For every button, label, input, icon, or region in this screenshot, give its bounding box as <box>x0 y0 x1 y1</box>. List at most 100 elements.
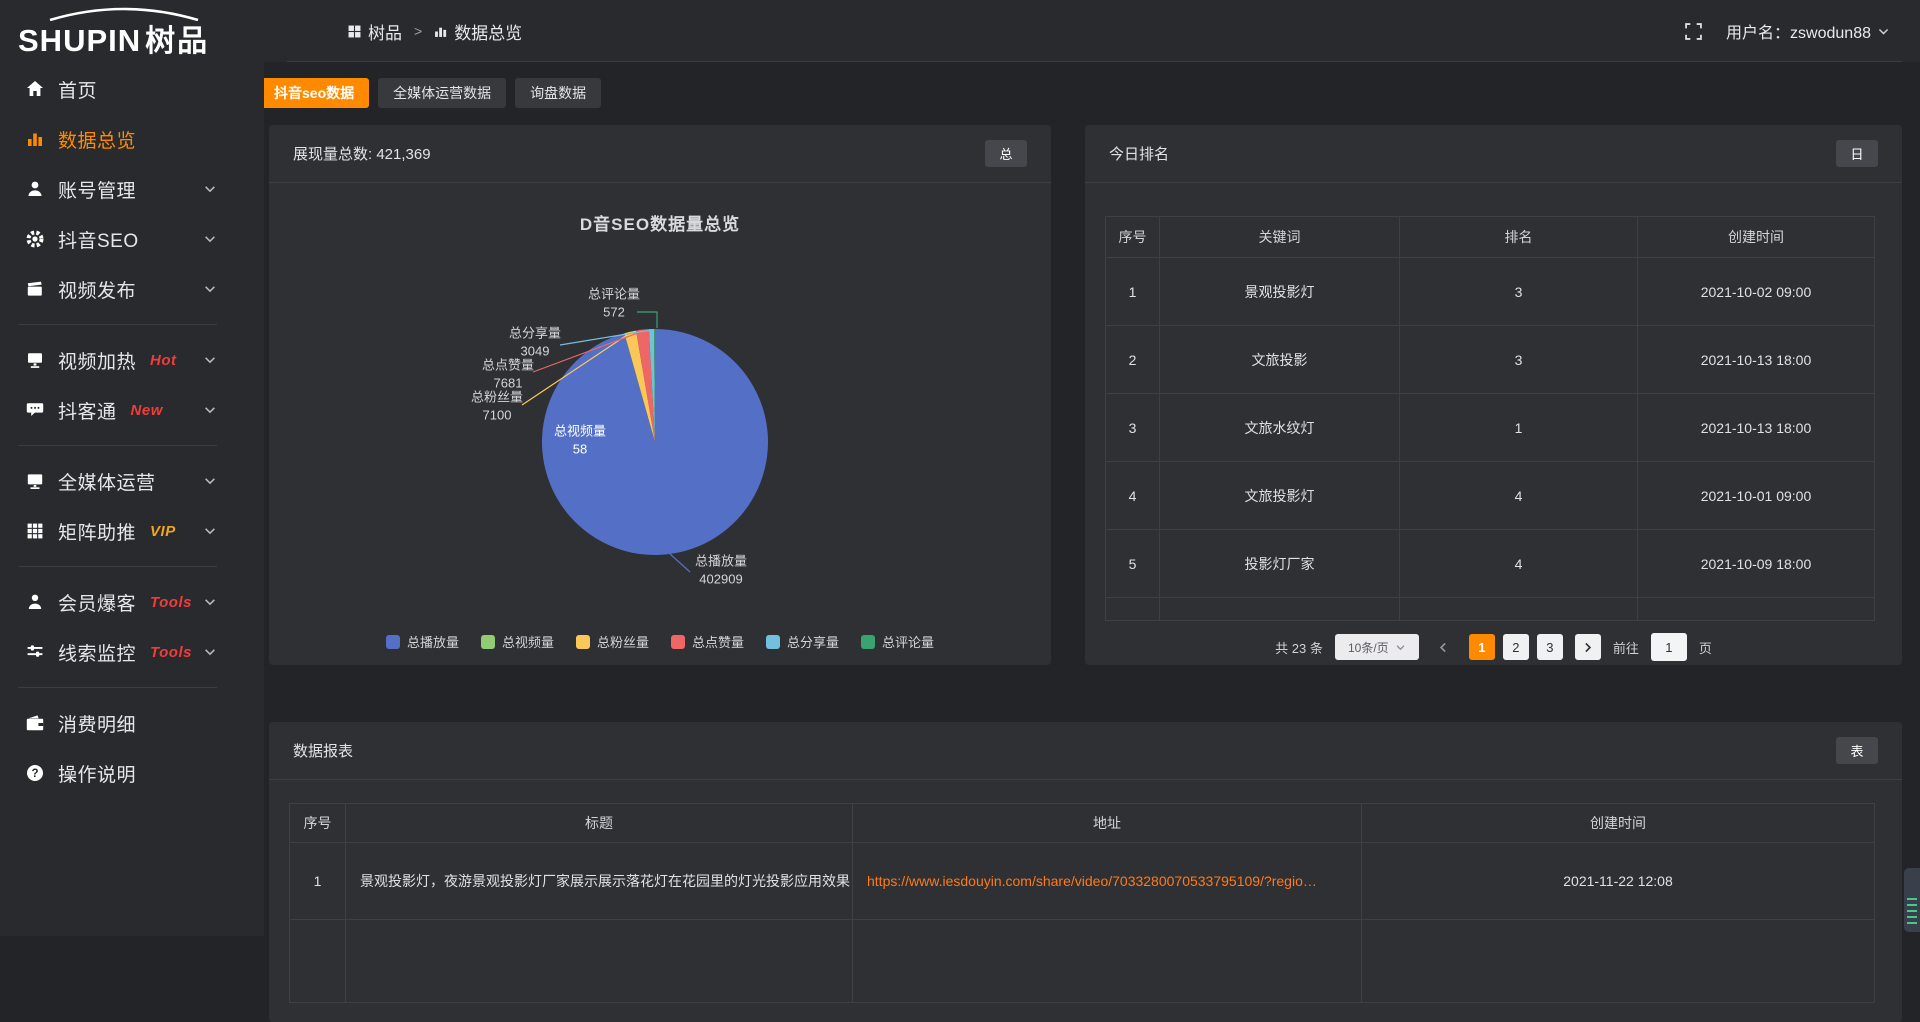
sidebar-item-会员爆客[interactable]: 会员爆客Tools <box>0 577 264 627</box>
sidebar-item-badge: Hot <box>150 352 177 369</box>
legend-item-总点赞量[interactable]: 总点赞量 <box>671 632 744 651</box>
breadcrumb-item-home[interactable]: 树品 <box>348 19 402 44</box>
table-cell: 文旅投影 <box>1160 326 1400 394</box>
table-cell: https://www.iesdouyin.com/share/video/70… <box>853 843 1362 920</box>
sidebar-item-矩阵助推[interactable]: 矩阵助推VIP <box>0 506 264 556</box>
chevron-left-icon <box>1437 641 1450 654</box>
pie-chart-svg <box>269 182 1051 665</box>
page-size-select[interactable]: 10条/页 <box>1335 634 1419 660</box>
sidebar-divider <box>18 324 217 325</box>
legend-item-总分享量[interactable]: 总分享量 <box>766 632 839 651</box>
goto-label: 前往 <box>1613 638 1639 657</box>
user-menu[interactable]: 用户名：zswodun88 <box>1726 19 1890 43</box>
sidebar-item-label: 全媒体运营 <box>58 468 156 495</box>
page-button-2[interactable]: 2 <box>1503 634 1529 660</box>
home-icon <box>25 79 45 99</box>
breadcrumb-label: 树品 <box>368 19 402 44</box>
page-button-1[interactable]: 1 <box>1469 634 1495 660</box>
logo: SHUPIN树品 <box>18 6 248 54</box>
fullscreen-icon[interactable] <box>1685 23 1702 40</box>
sidebar-item-数据总览[interactable]: 数据总览 <box>0 114 264 164</box>
table-row: 1景观投影灯，夜游景观投影灯厂家展示展示落花灯在花园里的灯光投影应用效果 # ht… <box>290 843 1875 920</box>
sidebar-item-账号管理[interactable]: 账号管理 <box>0 164 264 214</box>
tab-抖音seo数据[interactable]: 抖音seo数据 <box>259 78 369 108</box>
header-divider <box>287 61 1902 62</box>
sidebar-item-label: 消费明细 <box>58 710 136 737</box>
breadcrumb: 树品 > 数据总览 <box>348 0 522 62</box>
ranking-panel-header: 今日排名 日 <box>1085 125 1902 183</box>
chevron-down-icon <box>203 232 217 246</box>
table-cell: 1 <box>290 843 346 920</box>
legend-item-总评论量[interactable]: 总评论量 <box>861 632 934 651</box>
member-icon <box>25 592 45 612</box>
legend-label: 总粉丝量 <box>597 632 649 651</box>
table-cell: 5 <box>1106 530 1160 598</box>
legend-item-总播放量[interactable]: 总播放量 <box>386 632 459 651</box>
chevron-down-icon <box>1395 642 1406 653</box>
sidebar-item-label: 抖音SEO <box>58 226 139 253</box>
page-button-3[interactable]: 3 <box>1537 634 1563 660</box>
next-page-button[interactable] <box>1575 634 1601 660</box>
table-cell: 1 <box>1106 258 1160 326</box>
legend-item-总粉丝量[interactable]: 总粉丝量 <box>576 632 649 651</box>
widget-stripe <box>1907 922 1917 924</box>
legend-item-总视频量[interactable]: 总视频量 <box>481 632 554 651</box>
page-size-value: 10条/页 <box>1348 639 1389 656</box>
bar-chart-icon <box>25 129 45 149</box>
sidebar-item-视频加热[interactable]: 视频加热Hot <box>0 335 264 385</box>
column-header-序号: 序号 <box>1106 217 1160 258</box>
sidebar-menu: 首页数据总览账号管理抖音SEO 视频发布视频加热Hot抖客通New 全媒体运营矩阵助… <box>0 62 264 798</box>
sidebar-item-badge: VIP <box>150 523 176 540</box>
impressions-panel-header: 展现量总数: 421,369 总 <box>269 125 1051 183</box>
svg-text:?: ? <box>31 768 38 780</box>
goto-unit: 页 <box>1699 638 1712 657</box>
total-view-button[interactable]: 总 <box>985 140 1027 167</box>
table-view-button[interactable]: 表 <box>1836 737 1878 764</box>
table-cell: 3 <box>1106 394 1160 462</box>
column-header-创建时间: 创建时间 <box>1638 217 1875 258</box>
sidebar-item-操作说明[interactable]: ?操作说明 <box>0 748 264 798</box>
chevron-down-icon <box>203 595 217 609</box>
pie-label-总粉丝量: 总粉丝量7100 <box>471 388 523 423</box>
pie-callout-总播放量 <box>670 554 690 572</box>
tab-全媒体运营数据[interactable]: 全媒体运营数据 <box>378 78 506 108</box>
sidebar-item-label: 账号管理 <box>58 176 136 203</box>
pagination-total: 共 23 条 <box>1275 638 1323 657</box>
pie-label-总评论量: 总评论量572 <box>588 285 640 320</box>
chart-legend: 总播放量 总视频量 总粉丝量 总点赞量 总分享量 总评论量 <box>269 632 1051 651</box>
table-cell: 景观投影灯，夜游景观投影灯厂家展示展示落花灯在花园里的灯光投影应用效果 # <box>346 843 853 920</box>
table-cell: 2021-10-13 18:00 <box>1638 394 1875 462</box>
sidebar-item-消费明细[interactable]: 消费明细 <box>0 698 264 748</box>
sidebar-item-label: 数据总览 <box>58 126 136 153</box>
legend-swatch <box>671 635 685 649</box>
pie-chart: D音SEO数据量总览 总播放量总视频量总粉丝量总点赞量总分享量总评论量 总播放量… <box>269 182 1051 665</box>
sidebar-item-抖客通[interactable]: 抖客通New <box>0 385 264 435</box>
sidebar-item-全媒体运营[interactable]: 全媒体运营 <box>0 456 264 506</box>
video-link[interactable]: https://www.iesdouyin.com/share/video/70… <box>867 873 1317 889</box>
table-cell: 文旅投影灯 <box>1160 462 1400 530</box>
column-header-序号: 序号 <box>290 804 346 843</box>
sidebar-item-视频发布[interactable]: 视频发布 <box>0 264 264 314</box>
chat-icon <box>25 400 45 420</box>
bar-small-icon <box>434 25 447 38</box>
table-cell: 3 <box>1400 326 1638 394</box>
tab-询盘数据[interactable]: 询盘数据 <box>515 78 601 108</box>
sidebar-divider <box>18 445 217 446</box>
sidebar-item-抖音SEO[interactable]: 抖音SEO <box>0 214 264 264</box>
sidebar-divider <box>18 687 217 688</box>
chevron-down-icon <box>203 474 217 488</box>
table-row: 3文旅水纹灯12021-10-13 18:00 <box>1106 394 1875 462</box>
sidebar-item-线索监控[interactable]: 线索监控Tools <box>0 627 264 677</box>
table-row: 2文旅投影32021-10-13 18:00 <box>1106 326 1875 394</box>
prev-page-button[interactable] <box>1431 634 1457 660</box>
impressions-total-label: 展现量总数: 421,369 <box>293 143 431 164</box>
sidebar-item-label: 首页 <box>58 76 97 103</box>
sidebar-item-首页[interactable]: 首页 <box>0 64 264 114</box>
table-row: 5投影灯厂家42021-10-09 18:00 <box>1106 530 1875 598</box>
breadcrumb-item-current[interactable]: 数据总览 <box>434 19 522 44</box>
column-header-排名: 排名 <box>1400 217 1638 258</box>
day-view-button[interactable]: 日 <box>1836 140 1878 167</box>
goto-page-input[interactable] <box>1651 633 1687 661</box>
floating-widget[interactable] <box>1904 868 1920 932</box>
user-icon <box>25 179 45 199</box>
